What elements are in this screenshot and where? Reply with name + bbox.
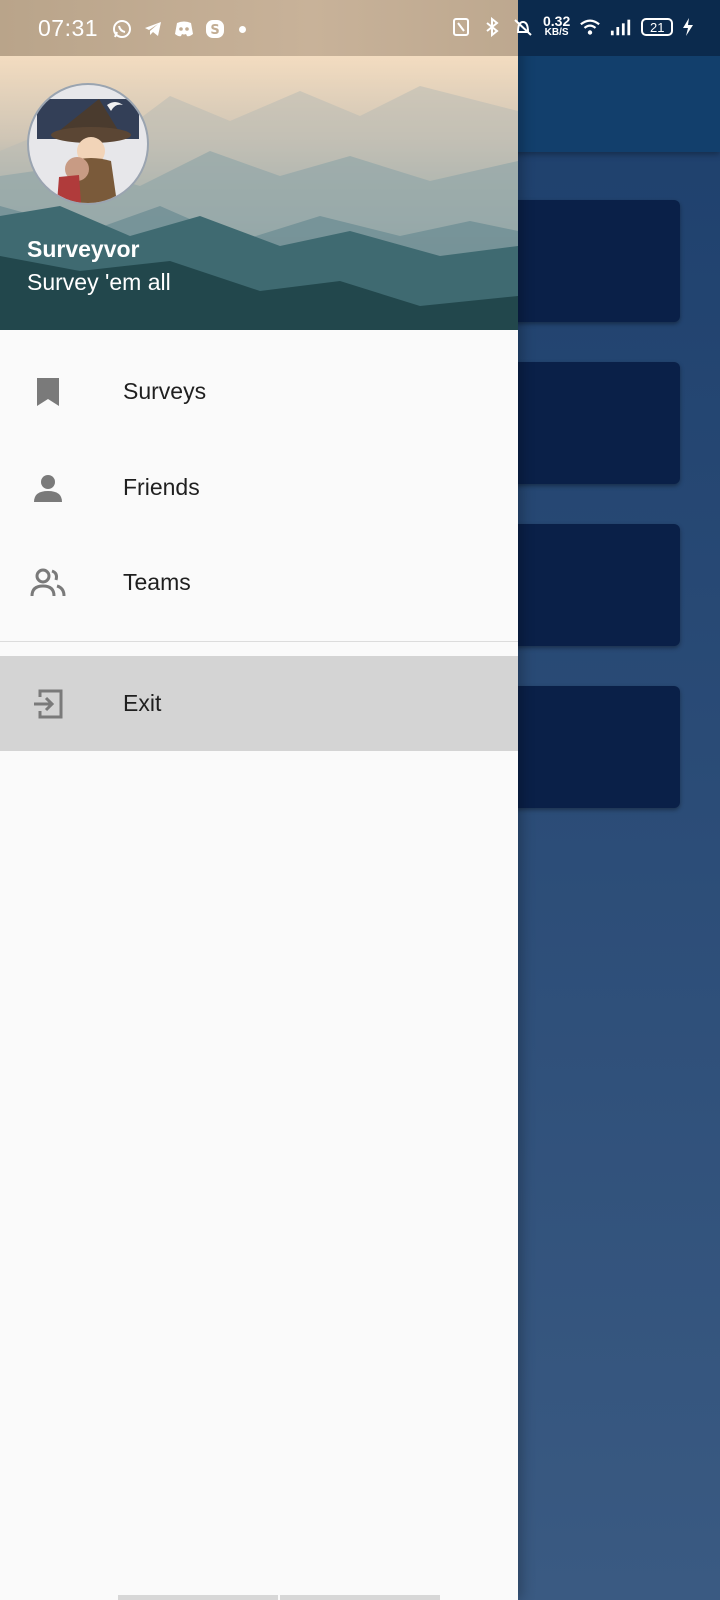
wifi-icon — [579, 16, 601, 38]
bookmark-icon — [30, 374, 66, 410]
more-notifications-dot — [239, 25, 246, 33]
navigation-drawer: Surveyvor Survey 'em all Surveys Friends… — [0, 0, 518, 1600]
charging-icon — [682, 16, 694, 38]
exit-icon — [30, 686, 66, 722]
svg-text:S: S — [210, 23, 219, 38]
menu-item-label: Surveys — [123, 378, 207, 404]
navigation-hint-bar — [280, 1595, 440, 1600]
signal-icon — [610, 16, 632, 38]
telegram-icon — [142, 18, 164, 40]
nfc-icon — [450, 16, 472, 38]
menu-item-friends[interactable]: Friends — [0, 440, 518, 535]
menu-item-label: Teams — [123, 569, 191, 595]
notification-icons: S — [111, 18, 246, 40]
avatar-image — [37, 99, 139, 203]
person-icon — [30, 470, 66, 506]
people-icon — [30, 565, 66, 601]
battery-icon: 21 — [641, 18, 674, 36]
menu-item-teams[interactable]: Teams — [0, 535, 518, 630]
discord-icon — [173, 18, 195, 40]
navigation-hint-bar — [118, 1595, 278, 1600]
user-name: Surveyvor — [27, 236, 140, 262]
bluetooth-icon — [481, 16, 503, 38]
menu-item-label: Exit — [123, 690, 162, 716]
vibrate-off-icon — [512, 16, 534, 38]
menu-item-exit[interactable]: Exit — [0, 656, 518, 751]
user-tagline: Survey 'em all — [27, 269, 171, 295]
menu-item-label: Friends — [123, 474, 200, 500]
menu-divider — [0, 641, 518, 642]
whatsapp-icon — [111, 18, 133, 40]
status-time: 07:31 — [38, 15, 99, 41]
drawer-header: Surveyvor Survey 'em all — [0, 56, 518, 330]
user-avatar[interactable] — [27, 83, 149, 205]
status-bar: 07:31 S 0.32 KB/S 21 — [0, 0, 720, 56]
menu-item-surveys[interactable]: Surveys — [0, 344, 518, 439]
skype-icon: S — [204, 18, 226, 40]
network-speed: 0.32 KB/S — [543, 13, 571, 38]
system-icons: 0.32 KB/S 21 — [450, 13, 694, 38]
